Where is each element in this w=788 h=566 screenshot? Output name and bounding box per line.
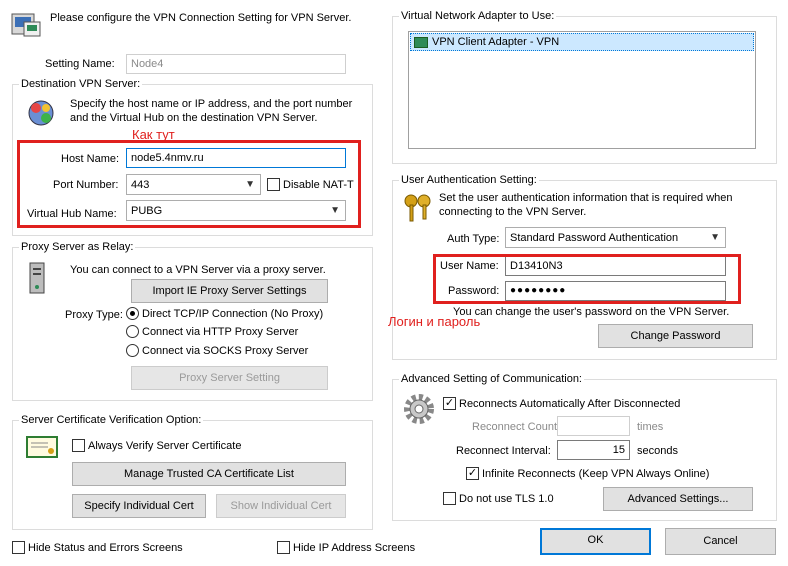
proxy-socks-radio[interactable] [126, 344, 139, 357]
advanced-settings-button[interactable]: Advanced Settings... [603, 487, 753, 511]
always-verify-checkbox[interactable] [72, 439, 85, 452]
proxy-type-label: Proxy Type: [65, 309, 123, 321]
times-label: times [637, 421, 664, 433]
certificate-icon [26, 436, 58, 458]
vpn-settings-icon [10, 8, 42, 40]
hide-ip-checkbox[interactable] [277, 541, 290, 554]
cancel-button[interactable]: Cancel [665, 528, 776, 555]
destination-group-title: Destination VPN Server: [19, 77, 143, 91]
proxy-http-radio[interactable] [126, 325, 139, 338]
auth-type-combo[interactable]: Standard Password Authentication ▼ [505, 227, 726, 248]
chevron-down-icon: ▼ [710, 232, 720, 243]
manage-trusted-ca-button[interactable]: Manage Trusted CA Certificate List [72, 462, 346, 486]
gear-icon [402, 392, 436, 426]
reconnect-interval-label: Reconnect Interval: [456, 445, 551, 457]
seconds-label: seconds [637, 445, 678, 457]
setting-name-field[interactable]: Node4 [126, 54, 346, 74]
reconnect-interval-field[interactable]: 15 [557, 440, 630, 460]
proxy-socks-label: Connect via SOCKS Proxy Server [142, 345, 309, 357]
proxy-http-label: Connect via HTTP Proxy Server [142, 326, 299, 338]
proxy-server-setting-button[interactable]: Proxy Server Setting [131, 366, 328, 390]
adapter-list-item[interactable]: VPN Client Adapter - VPN [410, 33, 754, 51]
proxy-group-title: Proxy Server as Relay: [19, 240, 136, 254]
auth-type-value: Standard Password Authentication [510, 232, 679, 244]
specify-individual-cert-button[interactable]: Specify Individual Cert [72, 494, 206, 518]
credentials-highlight [433, 254, 741, 304]
auth-type-label: Auth Type: [447, 233, 500, 245]
adapter-group-title: Virtual Network Adapter to Use: [399, 9, 557, 23]
infinite-reconnect-checkbox[interactable]: ✓ [466, 467, 479, 480]
cert-group-title: Server Certificate Verification Option: [19, 413, 204, 427]
adapter-list[interactable]: VPN Client Adapter - VPN [408, 31, 756, 149]
network-globe-icon [26, 98, 56, 128]
always-verify-label: Always Verify Server Certificate [88, 440, 242, 452]
destination-description: Specify the host name or IP address, and… [70, 98, 353, 124]
annotation-here: Как тут [132, 127, 175, 142]
import-ie-proxy-button[interactable]: Import IE Proxy Server Settings [131, 279, 328, 303]
setting-name-label: Setting Name: [45, 58, 115, 70]
no-tls-label: Do not use TLS 1.0 [459, 493, 554, 505]
proxy-description: You can connect to a VPN Server via a pr… [70, 264, 326, 276]
network-adapter-icon [414, 37, 428, 48]
change-password-button[interactable]: Change Password [598, 324, 753, 348]
hide-status-label: Hide Status and Errors Screens [28, 542, 183, 554]
destination-highlight [17, 140, 361, 228]
header-instruction: Please configure the VPN Connection Sett… [50, 12, 352, 24]
keys-icon [402, 192, 434, 224]
adapter-item-label: VPN Client Adapter - VPN [432, 36, 560, 48]
auth-description: Set the user authentication information … [439, 192, 733, 218]
server-icon [27, 262, 47, 294]
change-password-note: You can change the user's password on th… [453, 306, 730, 318]
ok-button[interactable]: OK [540, 528, 651, 555]
show-individual-cert-button[interactable]: Show Individual Cert [216, 494, 346, 518]
auth-group-title: User Authentication Setting: [399, 173, 539, 187]
hide-status-checkbox[interactable] [12, 541, 25, 554]
infinite-reconnect-label: Infinite Reconnects (Keep VPN Always Onl… [482, 468, 710, 480]
reconnect-auto-checkbox[interactable]: ✓ [443, 397, 456, 410]
reconnect-count-field[interactable] [557, 416, 630, 436]
reconnect-auto-label: Reconnects Automatically After Disconnec… [459, 398, 681, 410]
annotation-login: Логин и пароль [388, 314, 481, 329]
advanced-group-title: Advanced Setting of Communication: [399, 372, 584, 386]
proxy-direct-radio[interactable] [126, 307, 139, 320]
proxy-direct-label: Direct TCP/IP Connection (No Proxy) [142, 308, 324, 320]
hide-ip-label: Hide IP Address Screens [293, 542, 416, 554]
no-tls-checkbox[interactable] [443, 492, 456, 505]
reconnect-count-label: Reconnect Count: [472, 421, 561, 433]
